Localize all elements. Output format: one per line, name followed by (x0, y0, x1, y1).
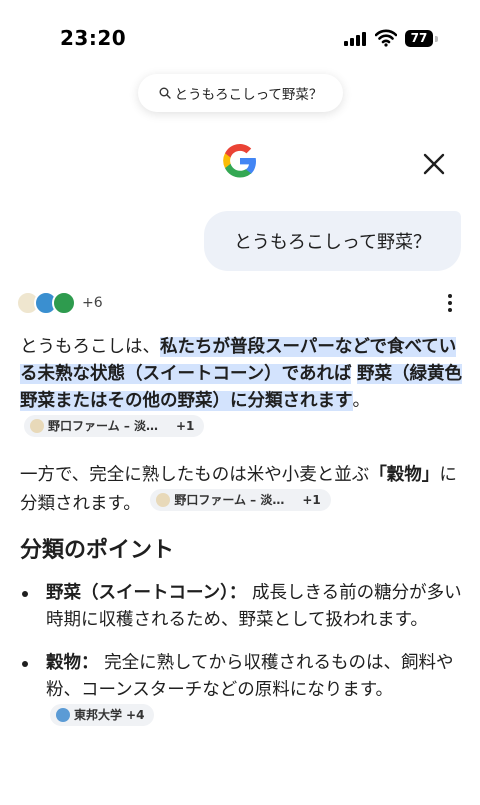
search-query-pill[interactable]: とうもろこしって野菜？ (138, 74, 343, 112)
source-chip-label: 東邦大学 (74, 708, 123, 722)
more-options-icon[interactable] (440, 292, 460, 314)
bullet-dot (22, 661, 28, 667)
battery-icon: 77 (405, 30, 433, 47)
list-item: 野菜（スイートコーン）： 成長しきる前の糖分が多い時期に収穫されるため、野菜とし… (20, 580, 466, 634)
bullet-term: 穀物： (46, 653, 99, 673)
search-query-text: とうもろこしって野菜？ (174, 87, 323, 103)
source-chip-label: 野口ファーム – 淡… (174, 493, 285, 507)
signal-icon (344, 32, 368, 46)
bold-text: 「穀物」 (369, 465, 440, 485)
source-chip[interactable]: 東邦大学 +4 (50, 704, 155, 726)
section-heading: 分類のポイント (20, 538, 175, 563)
bullet-dot (22, 591, 28, 597)
source-favicon-icon (56, 708, 70, 722)
source-chip-count: +1 (176, 419, 195, 433)
list-item: 穀物： 完全に熟してから収穫されるものは、飼料や粉、コーンスターチなどの原料にな… (20, 650, 466, 733)
bullet-list: 野菜（スイートコーン）： 成長しきる前の糖分が多い時期に収穫されるため、野菜とし… (20, 580, 466, 733)
ai-answer: とうもろこしは、私たちが普段スーパーなどで食べている未熟な状態（スイートコーン）… (20, 334, 466, 749)
answer-paragraph: とうもろこしは、私たちが普段スーパーなどで食べている未熟な状態（スイートコーン）… (20, 334, 466, 444)
source-favicon-icon (52, 291, 76, 315)
source-chip-count: +4 (126, 708, 145, 722)
close-icon[interactable] (420, 150, 448, 178)
search-icon (159, 87, 171, 99)
answer-text: とうもろこしは、 (20, 337, 160, 357)
source-favicon-icon (156, 493, 171, 507)
answer-text: 一方で、完全に熟したものは米や小麦と並ぶ (20, 465, 370, 485)
user-message-bubble: とうもろこしって野菜？ (204, 211, 461, 271)
google-logo-icon (223, 144, 256, 178)
answer-text: 。 (352, 391, 371, 411)
sources-row[interactable]: +6 (16, 288, 103, 318)
status-bar: 23:20 77 (0, 0, 480, 74)
battery-nub (435, 36, 438, 42)
source-chip-label: 野口ファーム – 淡… (48, 419, 158, 433)
wifi-icon (375, 29, 397, 47)
sources-more-count: +6 (82, 295, 103, 311)
source-chip-count: +1 (302, 493, 321, 507)
source-chip[interactable]: 野口ファーム – 淡… +1 (150, 489, 331, 511)
source-chip[interactable]: 野口ファーム – 淡… +1 (24, 415, 205, 437)
answer-paragraph: 一方で、完全に熟したものは米や小麦と並ぶ「穀物」に分類されます。 野口ファーム … (20, 462, 466, 518)
bullet-term: 野菜（スイートコーン）： (46, 583, 247, 603)
status-time: 23:20 (60, 26, 127, 50)
source-favicon-icon (30, 419, 44, 433)
bullet-text: 完全に熟してから収穫されるものは、飼料や粉、コーンスターチなどの原料になります。 (46, 653, 454, 700)
